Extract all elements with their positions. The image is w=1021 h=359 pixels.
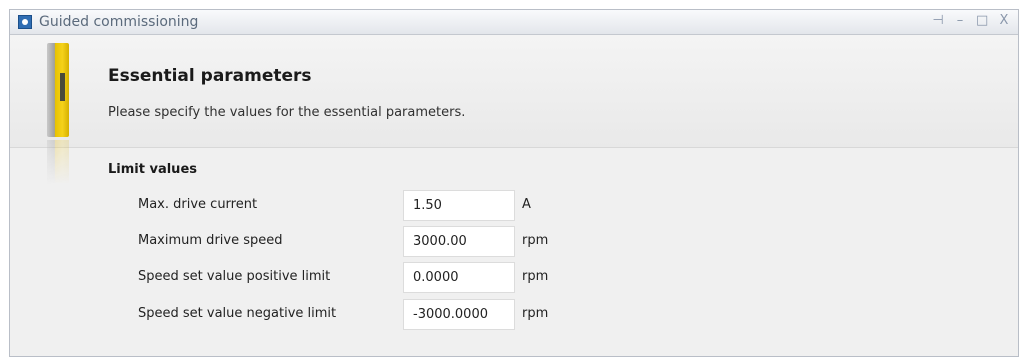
speed-negative-limit-input[interactable] bbox=[403, 299, 515, 330]
header-band bbox=[10, 35, 1018, 148]
param-unit: rpm bbox=[522, 269, 549, 284]
close-icon[interactable]: X bbox=[998, 13, 1010, 28]
param-row-speed-negative-limit: Speed set value negative limit rpm bbox=[10, 299, 1018, 331]
param-label: Speed set value positive limit bbox=[138, 269, 331, 284]
param-label: Speed set value negative limit bbox=[138, 306, 337, 321]
param-unit: rpm bbox=[522, 233, 549, 248]
param-row-max-drive-current: Max. drive current A bbox=[10, 190, 1018, 222]
window-title: Guided commissioning bbox=[39, 14, 199, 30]
drive-device-icon bbox=[47, 43, 69, 137]
maximum-drive-speed-input[interactable] bbox=[403, 226, 515, 257]
param-label: Max. drive current bbox=[138, 197, 258, 212]
window-controls: ⊣ – □ X bbox=[932, 13, 1010, 28]
guided-commissioning-window: Guided commissioning ⊣ – □ X Essential p… bbox=[9, 9, 1019, 357]
page-subtitle: Please specify the values for the essent… bbox=[108, 105, 466, 120]
minimize-icon[interactable]: – bbox=[954, 13, 966, 28]
speed-positive-limit-input[interactable] bbox=[403, 262, 515, 293]
param-row-maximum-drive-speed: Maximum drive speed rpm bbox=[10, 226, 1018, 258]
param-unit: rpm bbox=[522, 306, 549, 321]
max-drive-current-input[interactable] bbox=[403, 190, 515, 221]
drive-device-reflection bbox=[47, 140, 69, 184]
page-title: Essential parameters bbox=[108, 66, 312, 86]
param-label: Maximum drive speed bbox=[138, 233, 283, 248]
section-title-limit-values: Limit values bbox=[108, 162, 197, 177]
title-bar[interactable]: Guided commissioning ⊣ – □ X bbox=[10, 10, 1018, 35]
param-unit: A bbox=[522, 197, 531, 212]
param-row-speed-positive-limit: Speed set value positive limit rpm bbox=[10, 262, 1018, 294]
pin-icon[interactable]: ⊣ bbox=[932, 13, 944, 28]
maximize-icon[interactable]: □ bbox=[976, 13, 988, 28]
commissioning-icon bbox=[18, 15, 32, 29]
